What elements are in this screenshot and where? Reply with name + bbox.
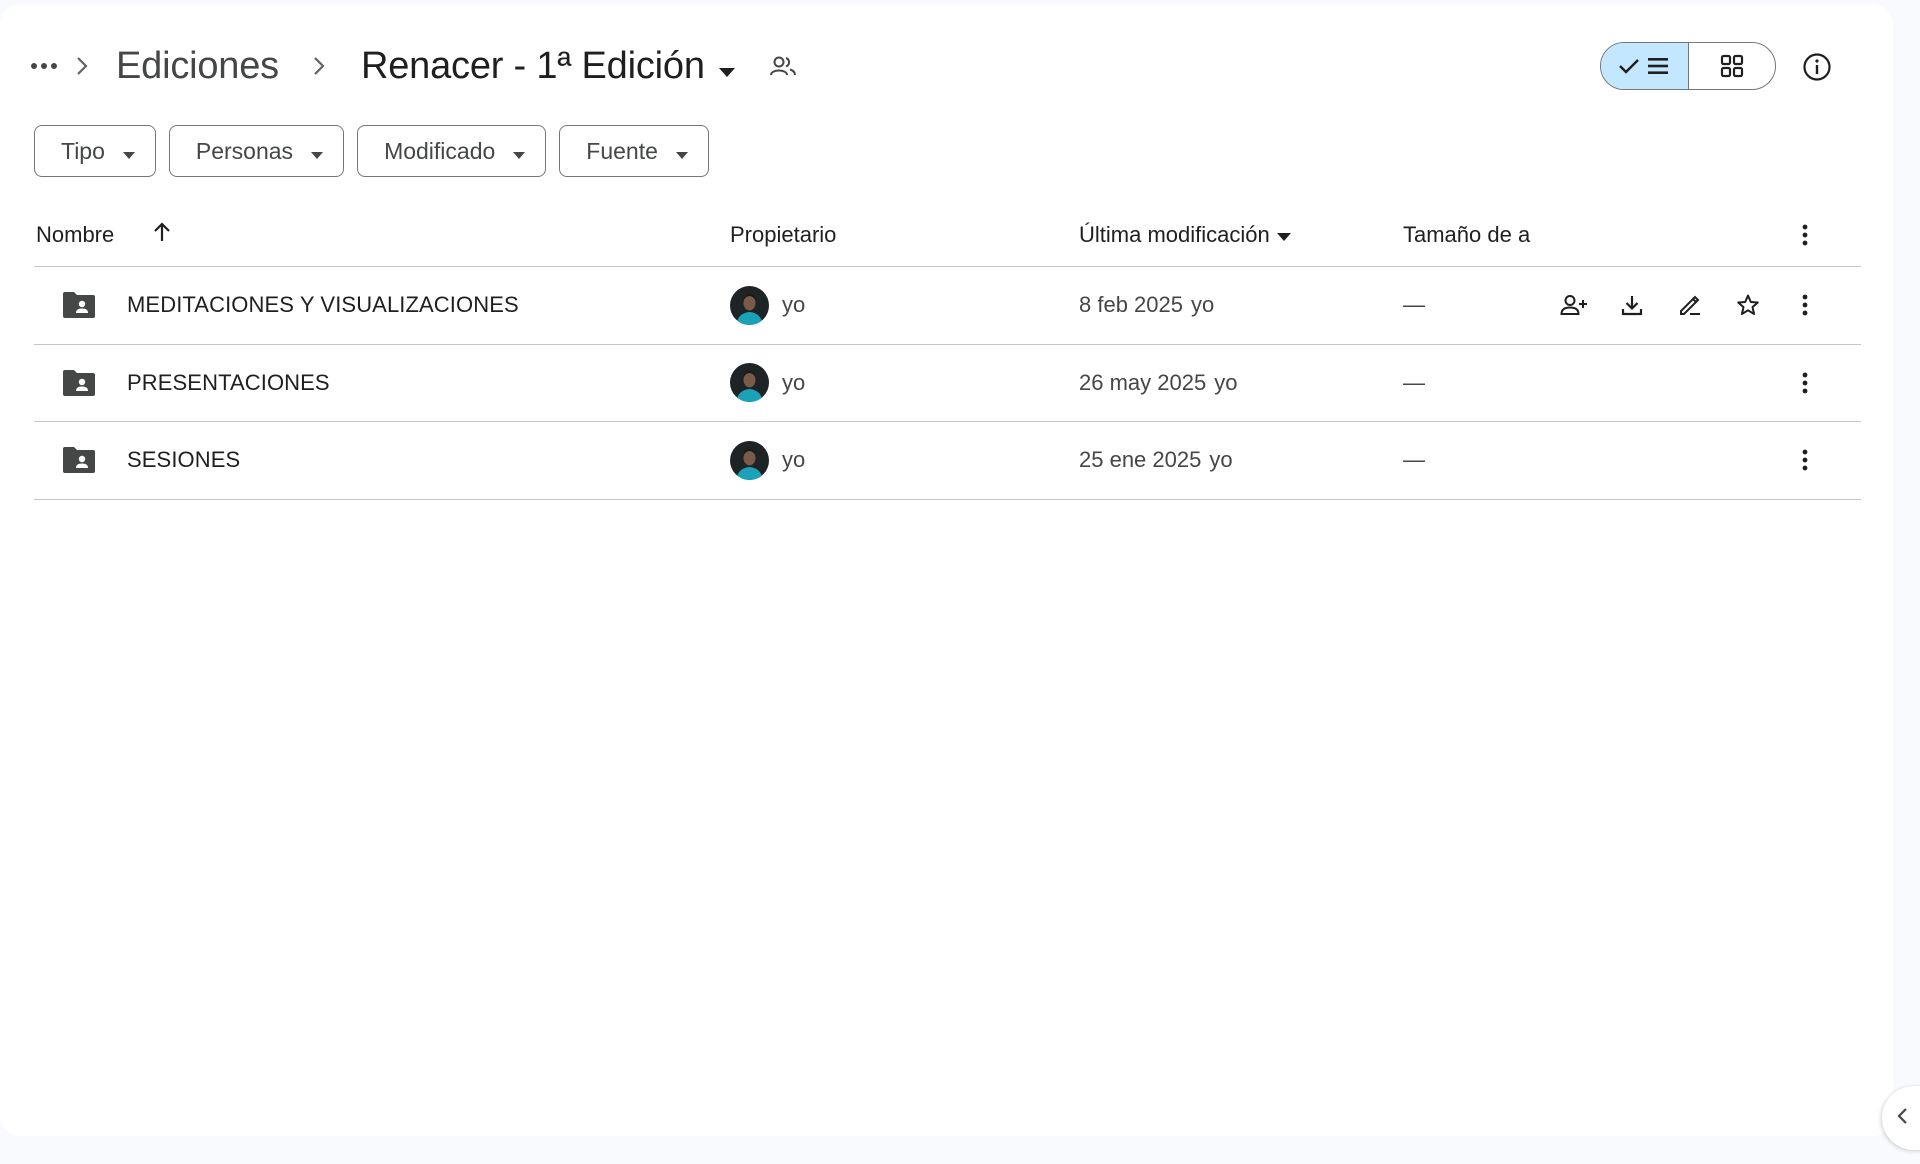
more-options-icon[interactable] [1801, 345, 1809, 422]
owner-cell: yo [730, 422, 805, 499]
column-header-name[interactable]: Nombre [36, 221, 172, 249]
chevron-right-icon [299, 56, 339, 76]
current-folder-title: Renacer - 1ª Edición [360, 44, 705, 87]
filter-label: Personas [195, 137, 294, 164]
chevron-left-icon [1896, 1107, 1908, 1130]
share-icon[interactable] [1554, 285, 1594, 325]
caret-down-icon [1276, 222, 1292, 248]
owner-cell: yo [730, 345, 805, 422]
owner-name: yo [782, 369, 806, 395]
avatar [730, 363, 769, 403]
shared-people-icon[interactable] [763, 46, 803, 86]
filter-bar: Tipo Personas Modificado Fuente [34, 125, 709, 177]
main-panel: Ediciones Renacer - 1ª Edición Tipo Pers… [0, 4, 1893, 1136]
modified-by: yo [1209, 447, 1233, 473]
table-row[interactable]: MEDITACIONES Y VISUALIZACIONES yo 8 feb … [34, 267, 1861, 345]
column-header-modified[interactable]: Última modificación [1079, 222, 1292, 248]
caret-down-icon [122, 138, 135, 165]
owner-cell: yo [730, 267, 805, 344]
filter-label: Tipo [61, 137, 105, 164]
table-row[interactable]: PRESENTACIONES yo 26 may 2025 yo — [34, 345, 1861, 422]
star-icon[interactable] [1728, 285, 1768, 325]
table-row[interactable]: SESIONES yo 25 ene 2025 yo — [34, 422, 1861, 500]
modified-cell: 25 ene 2025 yo [1079, 422, 1233, 499]
breadcrumb-parent[interactable]: Ediciones [102, 45, 299, 88]
owner-name: yo [782, 447, 806, 473]
caret-down-icon [311, 138, 324, 165]
avatar [730, 440, 769, 480]
file-size: — [1403, 292, 1425, 318]
column-options-more-icon[interactable] [1801, 224, 1809, 246]
header-label: Última modificación [1079, 222, 1270, 247]
column-header-owner[interactable]: Propietario [730, 222, 836, 248]
more-breadcrumbs-icon[interactable] [26, 46, 62, 86]
file-size: — [1403, 369, 1425, 395]
grid-view-button[interactable] [1689, 43, 1776, 89]
filter-chip-personas[interactable]: Personas [168, 125, 345, 177]
column-header-size[interactable]: Tamaño de a [1403, 222, 1538, 248]
filter-chip-tipo[interactable]: Tipo [34, 125, 156, 177]
modified-cell: 8 feb 2025 yo [1079, 267, 1214, 344]
file-size: — [1403, 447, 1425, 473]
modified-date: 26 may 2025 [1079, 369, 1207, 395]
sort-ascending-icon[interactable] [152, 221, 172, 249]
list-view-button[interactable] [1601, 43, 1689, 89]
file-table: Nombre Propietario Última modificación T… [34, 204, 1861, 500]
file-name: SESIONES [127, 447, 241, 473]
filter-label: Fuente [586, 137, 658, 164]
avatar [730, 285, 769, 325]
header-label: Propietario [730, 222, 837, 247]
info-icon[interactable] [1797, 47, 1837, 87]
shared-folder-icon [62, 267, 96, 344]
modified-date: 8 feb 2025 [1079, 292, 1183, 318]
file-name: PRESENTACIONES [127, 369, 330, 395]
owner-name: yo [782, 292, 806, 318]
chevron-right-icon [62, 56, 102, 76]
table-header: Nombre Propietario Última modificación T… [34, 204, 1861, 267]
breadcrumb: Ediciones Renacer - 1ª Edición [26, 34, 803, 98]
modified-by: yo [1214, 369, 1238, 395]
more-options-icon[interactable] [1801, 422, 1809, 499]
header-label: Tamaño de a [1403, 222, 1531, 247]
modified-date: 25 ene 2025 [1079, 447, 1202, 473]
rename-icon[interactable] [1670, 285, 1710, 325]
filter-chip-modificado[interactable]: Modificado [357, 125, 547, 177]
shared-folder-icon [62, 422, 96, 499]
more-options-icon[interactable] [1801, 267, 1809, 344]
filter-chip-fuente[interactable]: Fuente [559, 125, 709, 177]
caret-down-icon [513, 138, 526, 165]
shared-folder-icon [62, 345, 96, 422]
filter-label: Modificado [384, 137, 496, 164]
caret-down-icon [718, 45, 735, 88]
view-toggle [1600, 42, 1776, 90]
row-actions [1554, 267, 1768, 344]
download-icon[interactable] [1612, 285, 1652, 325]
modified-cell: 26 may 2025 yo [1079, 345, 1237, 422]
header-label: Nombre [36, 222, 115, 247]
modified-by: yo [1190, 292, 1215, 318]
file-name: MEDITACIONES Y VISUALIZACIONES [127, 292, 519, 318]
breadcrumb-current-folder[interactable]: Renacer - 1ª Edición [339, 45, 743, 88]
caret-down-icon [675, 138, 688, 165]
